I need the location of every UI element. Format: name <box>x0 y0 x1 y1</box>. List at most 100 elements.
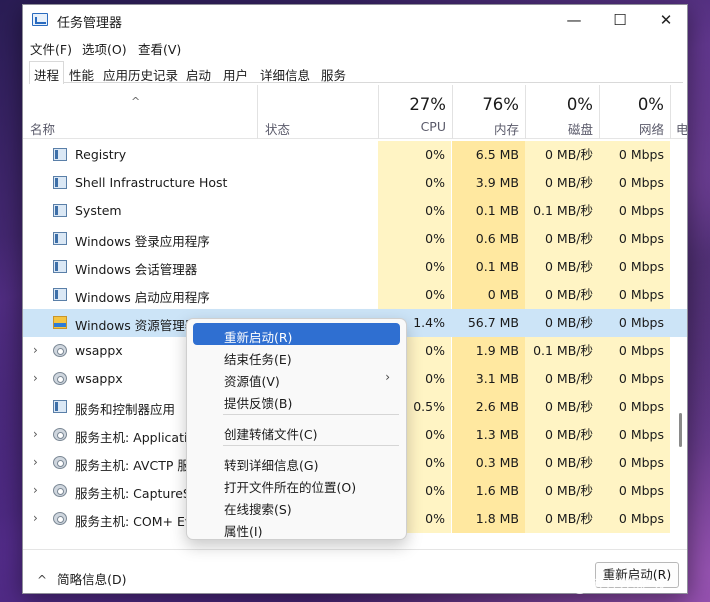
context-menu-item[interactable]: 资源值(V) › <box>193 367 400 389</box>
process-row[interactable]: System 0% 0.1 MB 0.1 MB/秒 0 Mbps <box>23 197 687 225</box>
process-network: 0 Mbps <box>599 505 670 533</box>
process-disk: 0 MB/秒 <box>525 421 599 449</box>
fewer-details-button[interactable]: ^ 简略信息(D) <box>37 569 126 588</box>
context-menu-item[interactable]: 属性(I) <box>193 517 400 539</box>
memory-total-pct: 76% <box>482 95 519 114</box>
context-menu-item[interactable]: 打开文件所在的位置(O) <box>193 473 400 495</box>
tab-details[interactable]: 详细信息 <box>255 61 315 83</box>
gear-icon <box>53 512 67 525</box>
process-memory: 56.7 MB <box>467 315 519 330</box>
menu-file[interactable]: 文件(F) <box>30 39 72 58</box>
tab-app-history[interactable]: 应用历史记录 <box>98 61 183 83</box>
tab-services[interactable]: 服务 <box>316 61 351 83</box>
fewer-details-label: 简略信息(D) <box>57 572 127 587</box>
sort-caret-icon: ^ <box>131 95 141 108</box>
column-status[interactable]: 状态 <box>257 85 378 139</box>
process-disk: 0.1 MB/秒 <box>525 197 599 225</box>
menu-options[interactable]: 选项(O) <box>82 39 127 58</box>
process-row[interactable]: Windows 启动应用程序 0% 0 MB 0 MB/秒 0 Mbps <box>23 281 687 309</box>
process-cpu: 0% <box>378 225 451 253</box>
task-manager-app-icon <box>32 13 48 26</box>
context-menu-item-label: 提供反馈(B) <box>224 396 293 411</box>
expand-chevron-icon[interactable]: › <box>33 343 43 357</box>
window-title: 任务管理器 <box>57 16 123 31</box>
process-memory: 1.3 MB <box>452 421 525 449</box>
context-menu-item[interactable]: 结束任务(E) <box>193 345 400 367</box>
process-row[interactable]: Shell Infrastructure Host 0% 3.9 MB 0 MB/秒 0… <box>23 169 687 197</box>
app-icon <box>53 400 67 413</box>
process-network: 0 Mbps <box>599 281 670 309</box>
context-menu-item[interactable]: 重新启动(R) <box>193 323 400 345</box>
process-disk: 0 MB/秒 <box>525 169 599 197</box>
cpu-label: CPU <box>420 119 446 134</box>
column-name[interactable]: 名称 <box>30 119 55 138</box>
process-disk: 0 MB/秒 <box>525 505 599 533</box>
tab-users[interactable]: 用户 <box>218 61 253 83</box>
process-memory: 6.5 MB <box>452 141 525 169</box>
process-memory: 0 MB <box>452 281 525 309</box>
gear-icon <box>53 484 67 497</box>
context-menu: 重新启动(R) 结束任务(E) 资源值(V) › 提供反馈(B) 创建转储文件(C) 转到详… <box>186 318 407 540</box>
gear-icon <box>53 456 67 469</box>
title-bar: 任务管理器 — ☐ ✕ <box>23 5 687 35</box>
process-network: 0 Mbps <box>599 337 670 365</box>
tab-performance[interactable]: 性能 <box>64 61 99 83</box>
column-cpu[interactable]: 27% CPU <box>378 85 452 139</box>
expand-chevron-icon[interactable]: › <box>33 427 43 441</box>
disk-label: 磁盘 <box>567 122 593 137</box>
process-name: Windows 登录应用程序 <box>75 234 210 249</box>
process-name: Shell Infrastructure Host <box>75 175 228 190</box>
expand-chevron-icon[interactable]: › <box>33 371 43 385</box>
process-network: 0 Mbps <box>599 365 670 393</box>
maximize-button[interactable]: ☐ <box>597 5 643 35</box>
vertical-scrollbar[interactable] <box>679 413 682 447</box>
network-total-pct: 0% <box>637 95 664 114</box>
context-menu-item-label: 结束任务(E) <box>224 352 292 367</box>
close-button[interactable]: ✕ <box>643 5 687 35</box>
process-cpu: 0% <box>378 141 451 169</box>
context-menu-separator <box>223 414 399 415</box>
column-network[interactable]: 0% 网络 <box>599 85 670 139</box>
tab-bar: 进程 性能 应用历史记录 启动 用户 详细信息 服务 <box>29 59 683 84</box>
process-memory: 0.1 MB <box>452 197 525 225</box>
tab-processes[interactable]: 进程 <box>29 61 65 84</box>
network-label: 网络 <box>638 122 664 137</box>
tab-startup[interactable]: 启动 <box>181 61 216 83</box>
process-disk: 0 MB/秒 <box>525 393 599 421</box>
column-power[interactable]: 电 <box>670 85 688 139</box>
process-memory: 0.6 MB <box>452 225 525 253</box>
process-disk: 0 MB/秒 <box>525 253 599 281</box>
app-icon <box>53 288 67 301</box>
process-network: 0 Mbps <box>599 421 670 449</box>
gear-icon <box>53 372 67 385</box>
power-label: 电 <box>676 122 688 137</box>
submenu-arrow-icon: › <box>385 370 390 384</box>
process-disk: 0 MB/秒 <box>525 141 599 169</box>
expand-chevron-icon[interactable]: › <box>33 483 43 497</box>
cpu-total-pct: 27% <box>409 95 446 114</box>
process-row[interactable]: Windows 登录应用程序 0% 0.6 MB 0 MB/秒 0 Mbps <box>23 225 687 253</box>
process-name: 服务主机: AVCTP 服务 <box>75 458 203 473</box>
process-cpu: 0% <box>378 281 451 309</box>
process-name: 服务和控制器应用 <box>75 402 176 417</box>
context-menu-item[interactable]: 提供反馈(B) <box>193 389 400 411</box>
process-memory: 2.6 MB <box>452 393 525 421</box>
app-icon <box>53 260 67 273</box>
column-memory[interactable]: 76% 内存 <box>452 85 525 139</box>
context-menu-item[interactable]: 创建转储文件(C) <box>193 420 400 442</box>
expand-chevron-icon[interactable]: › <box>33 511 43 525</box>
context-menu-item[interactable]: 转到详细信息(G) <box>193 451 400 473</box>
context-menu-item[interactable]: 在线搜索(S) <box>193 495 400 517</box>
gear-icon <box>53 428 67 441</box>
minimize-button[interactable]: — <box>551 5 597 35</box>
process-network: 0 Mbps <box>599 477 670 505</box>
process-row[interactable]: Registry 0% 6.5 MB 0 MB/秒 0 Mbps <box>23 141 687 169</box>
column-header-row: ^ 名称 状态 27% CPU 76% 内存 0% 磁盘 0% 网络 电 <box>23 85 688 139</box>
process-row[interactable]: Windows 会话管理器 0% 0.1 MB 0 MB/秒 0 Mbps <box>23 253 687 281</box>
menu-view[interactable]: 查看(V) <box>138 39 181 58</box>
expand-chevron-icon[interactable]: › <box>33 455 43 469</box>
process-network: 0 Mbps <box>599 141 670 169</box>
column-disk[interactable]: 0% 磁盘 <box>525 85 599 139</box>
process-network: 0 Mbps <box>599 169 670 197</box>
process-disk: 0 MB/秒 <box>545 315 593 330</box>
